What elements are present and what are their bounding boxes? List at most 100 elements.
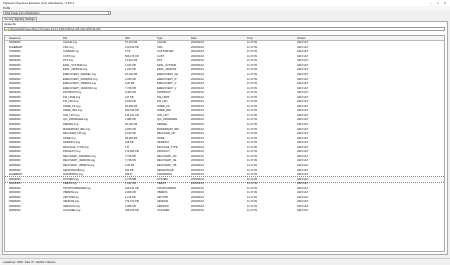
update-file-label: Update file <box>4 23 16 26</box>
cell-sequence: 00000000 <box>9 77 21 81</box>
cell-type: MODEMNVM_IMG <box>157 127 180 131</box>
cell-time: 11:17:39 <box>247 127 257 131</box>
cell-size: 7,748 KB <box>125 159 136 163</box>
cell-time: 11:17:39 <box>247 113 257 117</box>
cell-file: ERECOVERY_VBMETA.img <box>63 82 97 86</box>
cell-version: HW-FULT <box>297 159 309 163</box>
cell-version: HW-FULT <box>297 163 309 167</box>
cell-version: HW-FULT <box>297 68 309 72</box>
cell-file: PACKAGE_TYPE.img <box>63 145 89 149</box>
cell-type: XLOADER <box>157 209 170 213</box>
cell-sequence: 00000000 <box>9 104 21 108</box>
cell-type: KERNEL <box>157 123 168 126</box>
cell-sequence: 00000000 <box>9 41 21 45</box>
cell-time: 11:17:39 <box>247 100 257 104</box>
column-header-date[interactable]: Date <box>191 37 196 40</box>
cell-type: ERECOVERY_R <box>157 77 177 81</box>
cell-date: 2016/01/16 <box>191 118 204 122</box>
cell-time: 11:17:39 <box>247 186 257 190</box>
cell-size: 472,470 KB <box>125 200 139 204</box>
cell-sequence: 00000000 <box>9 127 21 131</box>
column-header-version[interactable]: Version <box>297 37 306 40</box>
cell-date: 2016/01/16 <box>191 123 204 126</box>
cell-date: 2016/01/16 <box>191 132 204 136</box>
cell-file: ERAL_SYSTEM.img <box>63 63 87 67</box>
cell-version: HW-FULT <box>297 59 309 63</box>
column-header-file[interactable]: File <box>63 37 67 40</box>
cell-date: 2016/01/16 <box>191 82 204 86</box>
minimize-button[interactable]: – <box>428 1 434 6</box>
cell-date: 2016/01/16 <box>191 127 204 131</box>
cell-version: HW-FULT <box>297 104 309 108</box>
cell-date: 2016/01/16 <box>191 163 204 167</box>
cell-version: HW-FULT <box>297 136 309 140</box>
column-header-size[interactable]: Size <box>125 37 130 40</box>
menu-bar: Profile <box>0 6 450 10</box>
cell-date: 2016/01/16 <box>191 104 204 108</box>
cell-time: 11:17:39 <box>247 118 257 122</box>
cell-version: HW-FULT <box>297 86 309 90</box>
cell-sequence: 00000000 <box>9 200 21 204</box>
cell-version: HW-FULT <box>297 100 309 104</box>
cell-sequence: 00000000 <box>9 141 21 145</box>
cell-date: 2016/01/16 <box>191 191 204 195</box>
cell-file: HISEE_FS.img <box>63 104 81 108</box>
cell-time: 11:17:39 <box>247 136 257 140</box>
cell-size: 3,260 KB <box>125 127 136 131</box>
cell-version: HW-FULT <box>297 141 309 145</box>
cell-sequence: 00000000 <box>9 150 21 154</box>
cell-time: 11:17:39 <box>247 159 257 163</box>
cell-version: HW-FULT <box>297 118 309 122</box>
cell-time: 11:17:39 <box>247 177 257 181</box>
cell-time: 11:17:39 <box>247 77 257 81</box>
cell-size: 3,260 KB <box>125 77 136 81</box>
cell-date: 2016/01/16 <box>191 159 204 163</box>
close-button[interactable]: ✕ <box>442 1 448 6</box>
cell-version: HW-FULT <box>297 72 309 76</box>
cell-date: 2016/01/16 <box>191 113 204 117</box>
cell-type: VECTOR <box>157 195 168 199</box>
cell-file: VERSION.img <box>63 204 80 208</box>
cell-date: 2016/01/16 <box>191 173 204 177</box>
drive-select[interactable]: Disk Image (com.sdtsoftware) ▾ <box>3 11 111 15</box>
update-file-input[interactable]: C:\Downloads\Huawei Mate 9 Firmware 8.0.… <box>4 27 445 31</box>
cell-date: 2016/01/16 <box>191 54 204 58</box>
column-header-sequence[interactable]: Sequence <box>9 37 21 40</box>
cell-file: OEMINFO.img <box>63 141 81 145</box>
cell-time: 11:17:39 <box>247 59 257 63</box>
cell-file: TEEOS.img <box>63 182 77 186</box>
cell-type: ERECOVERY_V <box>157 86 177 90</box>
cell-version: HW-FULT <box>297 82 309 86</box>
cell-size: 1,116 KB <box>125 195 136 199</box>
column-header-time[interactable]: Time <box>247 37 253 40</box>
cell-date: 2016/01/16 <box>191 95 204 99</box>
cell-time: 11:17:39 <box>247 109 257 113</box>
column-header-type[interactable]: Type <box>157 37 163 40</box>
cell-size: 1,024 KB <box>125 63 136 67</box>
cell-type: ERECOVERY_KE <box>157 72 179 76</box>
cell-type: CACHE <box>157 41 167 45</box>
menu-profile[interactable]: Profile <box>3 7 10 10</box>
cell-time: 11:17:39 <box>247 123 257 126</box>
chevron-down-icon: ▾ <box>107 12 109 16</box>
cell-file: VBMETA.img <box>63 191 79 195</box>
cell-time: 11:17:39 <box>247 168 257 172</box>
cell-size: 4,096 KB <box>125 204 136 208</box>
cell-sequence: 00000000 <box>9 59 21 63</box>
file-table: Sequence File Size Type Date Time Versio… <box>4 35 445 252</box>
table-row[interactable]: 00000000 XLOADER.img 186,460 KB XLOADER 2016… <box>5 209 444 214</box>
cell-type: FASTBOOT <box>157 91 171 95</box>
cell-size: 20,140 KB <box>125 72 138 76</box>
cell-size: 1 B <box>125 145 129 149</box>
cell-type: PRODUCT <box>157 150 170 154</box>
cell-time: 11:17:39 <box>247 132 257 136</box>
cell-type: FW_LPM3 <box>157 95 170 99</box>
maximize-button[interactable]: □ <box>435 1 441 6</box>
cell-version: HW-FULT <box>297 182 309 186</box>
cell-date: 2016/01/16 <box>191 204 204 208</box>
cell-version: HW-FULT <box>297 150 309 154</box>
cell-time: 11:17:39 <box>247 150 257 154</box>
cell-version: HW-FULT <box>297 177 309 181</box>
cell-size: 144,131 KB <box>125 113 139 117</box>
cell-date: 2016/01/16 <box>191 100 204 104</box>
